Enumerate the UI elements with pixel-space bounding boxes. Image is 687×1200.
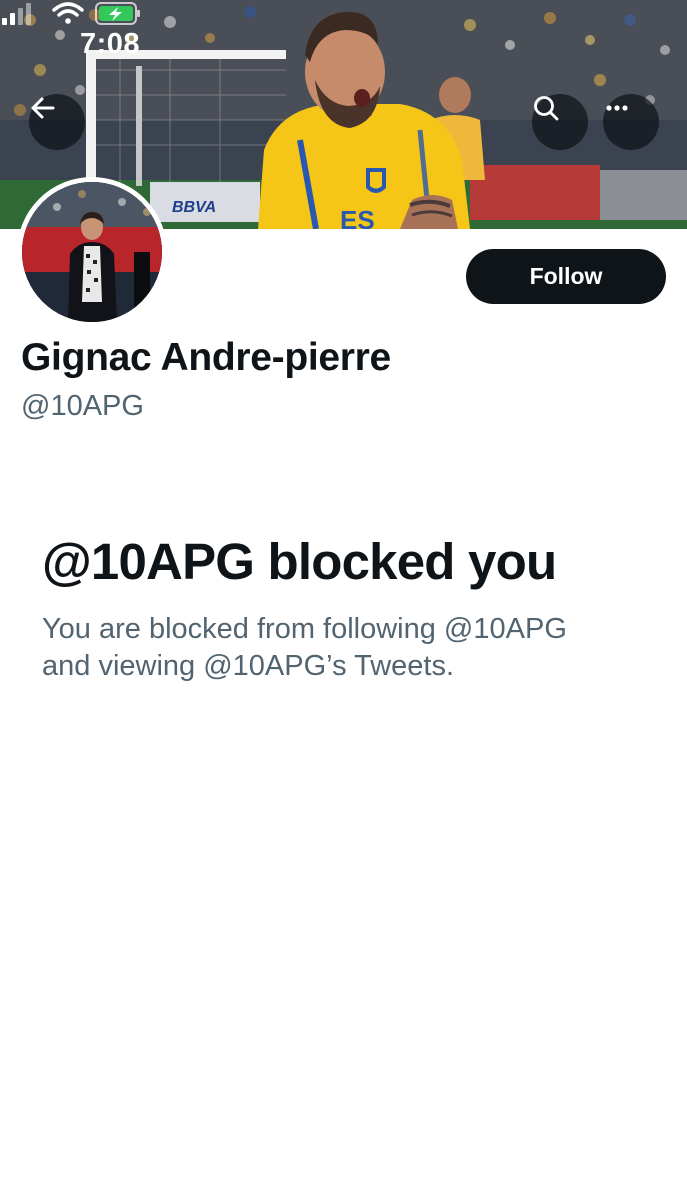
follow-button[interactable]: Follow — [466, 249, 666, 304]
status-bar: 7:08 — [0, 0, 687, 90]
profile-avatar[interactable] — [17, 177, 167, 327]
more-options-icon — [606, 105, 628, 111]
user-handle: @10APG — [21, 390, 144, 422]
battery-charging-icon — [95, 2, 140, 25]
status-icons — [2, 2, 140, 25]
display-name: Gignac Andre-pierre — [21, 336, 391, 379]
blocked-description-line-1: You are blocked from following @10APG — [42, 613, 567, 645]
more-options-button[interactable] — [603, 94, 659, 150]
svg-text:ES: ES — [340, 205, 375, 229]
svg-text:BBVA: BBVA — [172, 199, 216, 216]
blocked-description: You are blocked from following @10APG an… — [42, 611, 642, 685]
search-button[interactable] — [532, 94, 588, 150]
search-icon — [534, 96, 559, 121]
wifi-icon — [52, 2, 84, 24]
avatar-photo — [22, 182, 162, 322]
back-button[interactable] — [29, 94, 85, 150]
cellular-signal-icon — [2, 3, 31, 25]
back-arrow-icon — [31, 97, 55, 119]
status-time: 7:08 — [80, 28, 141, 60]
blocked-description-line-2: and viewing @10APG’s Tweets. — [42, 650, 455, 682]
blocked-title: @10APG blocked you — [42, 533, 557, 590]
